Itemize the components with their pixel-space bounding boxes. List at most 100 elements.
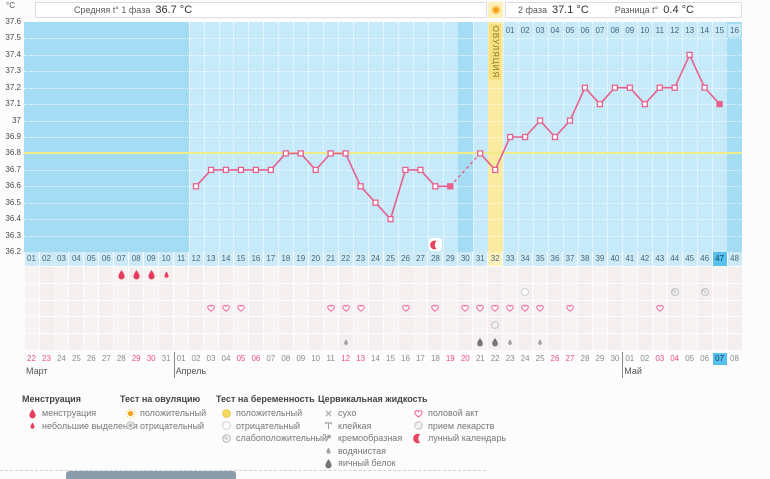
heart-icon <box>431 305 440 313</box>
bottom-partial-bar[interactable] <box>66 471 236 479</box>
temp-point <box>342 150 349 157</box>
symbol-cell <box>69 283 84 300</box>
symbol-cell <box>323 317 338 334</box>
symbol-cell <box>338 317 353 334</box>
symbol-cell <box>727 317 742 334</box>
symbol-cell <box>39 317 54 334</box>
symbol-cell <box>278 334 293 350</box>
symbol-cell <box>548 317 562 334</box>
heart-icon <box>461 305 470 313</box>
symbol-cell <box>518 283 533 300</box>
symbol-cell <box>248 283 263 300</box>
symbol-cell <box>443 283 458 300</box>
symbol-cell <box>443 267 458 283</box>
day-number-cell: 48 <box>727 252 742 266</box>
day-number-cell: 25 <box>383 252 398 266</box>
legend-column: Цервикальная жидкость сухо клейкая кремообр… <box>318 394 428 468</box>
lunar-calendar-marker <box>428 238 442 251</box>
symbol-cell <box>159 317 174 334</box>
phase2-label: 2 фаза <box>518 5 547 15</box>
date-cell: 25 <box>535 354 545 363</box>
symbol-cell <box>233 334 248 350</box>
symbol-cell <box>233 300 248 317</box>
symbol-cell <box>263 317 278 334</box>
symbol-cell <box>503 300 518 317</box>
symbol-cell <box>712 283 727 300</box>
crescent-icon <box>430 240 437 249</box>
symbol-cell <box>233 317 248 334</box>
symbol-cell <box>548 283 562 300</box>
temp-point <box>536 117 544 124</box>
symbol-cell <box>578 317 592 334</box>
month-separator <box>622 352 624 378</box>
month-separator <box>173 352 175 378</box>
temp-point <box>521 133 529 141</box>
symbol-cell <box>622 283 637 300</box>
symbol-cell <box>533 317 548 334</box>
symbol-cell <box>323 334 338 350</box>
bbt-chart-app: °C Средняя t° 1 фаза 36.7 °C 2 фаза 37.1… <box>0 0 770 479</box>
symbol-cell <box>622 300 637 317</box>
y-tick-label: 37.4 <box>5 49 21 59</box>
y-tick-label: 36.7 <box>5 164 21 174</box>
symbol-cell <box>144 334 159 350</box>
symbol-cell <box>263 267 278 283</box>
y-tick-label: 37.2 <box>5 82 21 92</box>
symbol-cell <box>488 334 503 350</box>
symbol-cell <box>144 300 159 317</box>
symbol-cell <box>293 317 308 334</box>
symbol-cell <box>548 334 562 350</box>
legend-title: Менструация <box>22 394 81 404</box>
day-number-cell: 05 <box>84 252 99 266</box>
y-tick-label: 36.8 <box>5 148 21 158</box>
symbol-cell <box>533 267 548 283</box>
symbol-cell <box>353 317 368 334</box>
symbol-cell <box>383 300 398 317</box>
day-number-cell: 38 <box>578 252 592 266</box>
date-cell: 27 <box>565 354 575 363</box>
symbol-cell <box>99 283 114 300</box>
legend-icon-holder <box>322 445 334 457</box>
symbol-cell <box>652 283 667 300</box>
date-cell: 28 <box>116 354 126 363</box>
diff-label: Разница t° <box>614 5 659 15</box>
drop-red-icon <box>28 408 36 418</box>
symbol-cell <box>219 283 233 300</box>
temp-point <box>716 100 723 108</box>
symbol-cell <box>54 283 69 300</box>
symbol-cell <box>368 334 383 350</box>
symbol-cell <box>189 317 203 334</box>
phase1-value: 36.7 °C <box>155 4 193 16</box>
month-label: Май <box>624 366 642 376</box>
symbol-cell <box>413 283 428 300</box>
symbol-cell <box>54 300 69 317</box>
symbol-cell <box>727 267 742 283</box>
symbol-cell <box>54 334 69 350</box>
y-tick-label: 37.5 <box>5 33 21 43</box>
temp-point <box>596 100 604 108</box>
sticky-icon <box>324 422 332 430</box>
symbol-cell <box>219 267 233 283</box>
date-cell: 05 <box>236 354 246 363</box>
diff-value: 0.4 °C <box>663 4 694 16</box>
symbol-cell <box>443 334 458 350</box>
symbol-cell <box>114 300 129 317</box>
legend-icon-holder <box>220 420 232 432</box>
date-cell: 14 <box>371 354 380 363</box>
symbol-cell <box>637 283 652 300</box>
symbol-cell <box>697 300 712 317</box>
symbol-cell <box>518 334 533 350</box>
legend-item: отрицательный <box>124 420 204 432</box>
temp-point <box>432 183 439 190</box>
symbol-cell <box>69 267 84 283</box>
circle-yellow-icon <box>221 408 231 418</box>
symbol-cell <box>189 300 203 317</box>
symbol-cell <box>518 300 533 317</box>
date-cell: 19 <box>445 354 455 363</box>
symbol-cell <box>458 317 473 334</box>
symbol-cell <box>69 317 84 334</box>
symbol-cell <box>548 300 562 317</box>
day-number-cell: 29 <box>443 252 458 266</box>
day-number-cell: 19 <box>293 252 308 266</box>
day-number-cell: 30 <box>458 252 473 266</box>
